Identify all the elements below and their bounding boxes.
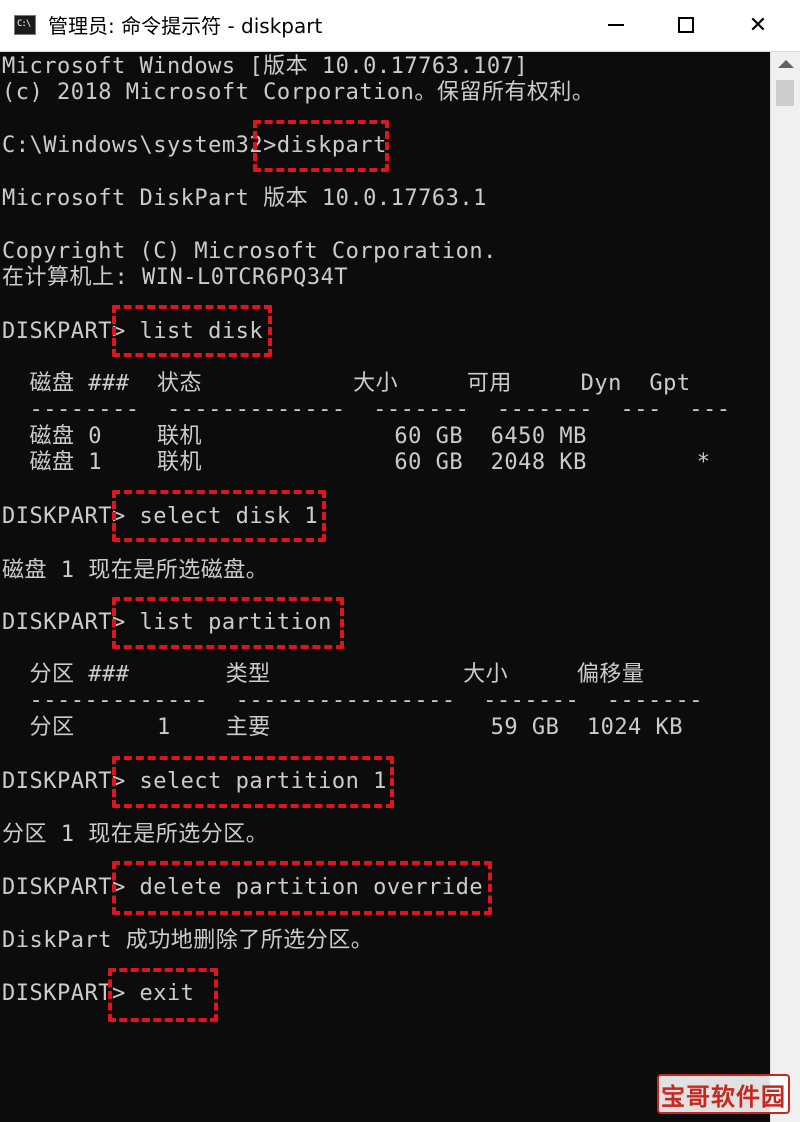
scroll-up-icon[interactable] xyxy=(778,60,794,68)
partition-table-header: 分区 ### 类型 大小 偏移量 xyxy=(2,662,645,687)
highlight-select-disk xyxy=(112,490,326,542)
scroll-thumb[interactable] xyxy=(776,80,794,106)
disk-table-header: 磁盘 ### 状态 大小 可用 Dyn Gpt xyxy=(2,371,691,396)
highlight-exit xyxy=(108,968,218,1022)
console-output[interactable]: Microsoft Windows [版本 10.0.17763.107] (c… xyxy=(0,52,770,1122)
console-line-disk-selected: 磁盘 1 现在是所选磁盘。 xyxy=(2,558,269,583)
watermark-logo: 宝哥软件园 xyxy=(657,1074,790,1114)
watermark-text: 宝哥软件园 xyxy=(661,1082,786,1111)
console-line-delete-success: DiskPart 成功地删除了所选分区。 xyxy=(2,928,374,953)
highlight-delete-partition xyxy=(112,861,492,915)
console-line-computer: 在计算机上: WIN-L0TCR6PQ34T xyxy=(2,265,349,290)
cmd-window: C:\ 管理员: 命令提示符 - diskpart ✕ Microsoft Wi… xyxy=(0,0,800,1122)
disk-table-row: 磁盘 1 联机 60 GB 2048 KB * xyxy=(2,450,711,475)
partition-table-row: 分区 1 主要 59 GB 1024 KB xyxy=(2,715,684,740)
console-line-version: Microsoft Windows [版本 10.0.17763.107] xyxy=(2,54,529,79)
maximize-button[interactable] xyxy=(656,0,716,50)
highlight-select-partition xyxy=(112,756,394,808)
minimize-button[interactable] xyxy=(586,0,646,50)
title-bar[interactable]: C:\ 管理员: 命令提示符 - diskpart ✕ xyxy=(0,0,800,52)
console-line-diskpart-version: Microsoft DiskPart 版本 10.0.17763.1 xyxy=(2,186,487,211)
minimize-icon xyxy=(608,24,624,26)
console-line-copyright: (c) 2018 Microsoft Corporation。保留所有权利。 xyxy=(2,80,595,105)
console-line-partition-selected: 分区 1 现在是所选分区。 xyxy=(2,822,269,847)
highlight-list-disk xyxy=(112,305,272,357)
vertical-scrollbar[interactable] xyxy=(770,52,800,1122)
window-title: 管理员: 命令提示符 - diskpart xyxy=(48,14,323,38)
disk-table-row: 磁盘 0 联机 60 GB 6450 MB xyxy=(2,424,587,449)
highlight-diskpart xyxy=(253,120,389,172)
cmd-icon[interactable]: C:\ xyxy=(14,15,36,35)
cmd-icon-label: C:\ xyxy=(17,19,31,29)
close-icon: ✕ xyxy=(748,12,768,38)
maximize-icon xyxy=(678,17,694,33)
highlight-list-partition xyxy=(112,597,344,649)
console-line-copyright-ms: Copyright (C) Microsoft Corporation. xyxy=(2,239,497,264)
disk-table-divider: -------- ------------- ------- ------- -… xyxy=(2,397,731,422)
close-button[interactable]: ✕ xyxy=(728,0,788,50)
partition-table-divider: ------------- ---------------- ------- -… xyxy=(2,688,704,713)
